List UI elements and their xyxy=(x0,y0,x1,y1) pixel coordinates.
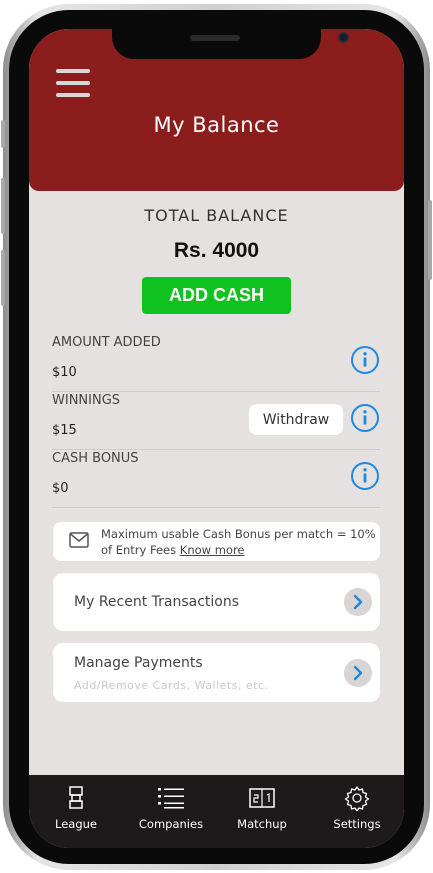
winnings-label: WINNINGS xyxy=(52,393,121,408)
chevron-right-icon[interactable] xyxy=(344,588,372,616)
nav-label: Companies xyxy=(138,817,204,831)
recent-transactions-title: My Recent Transactions xyxy=(74,594,240,610)
manage-payments-title: Manage Payments xyxy=(74,655,203,671)
divider xyxy=(52,449,380,450)
amount-added-label: AMOUNT ADDED xyxy=(52,335,161,350)
recent-transactions-card[interactable]: My Recent Transactions xyxy=(53,573,380,631)
cash-bonus-row: CASH BONUS $0 xyxy=(52,451,380,508)
amount-added-value: $10 xyxy=(52,365,77,380)
total-balance-value: Rs. 4000 xyxy=(173,239,260,262)
camera xyxy=(338,32,349,43)
speaker xyxy=(190,35,240,41)
page-title: My Balance xyxy=(153,113,280,137)
nav-item-companies[interactable]: Companies xyxy=(131,785,211,831)
cash-bonus-notice: Maximum usable Cash Bonus per match = 10… xyxy=(53,522,380,561)
nav-item-league[interactable]: League xyxy=(36,785,116,831)
bottom-nav: League Companies Matchup Settings xyxy=(29,775,404,848)
cash-bonus-value: $0 xyxy=(52,481,69,496)
divider xyxy=(52,391,380,392)
info-icon[interactable] xyxy=(350,461,380,491)
total-balance-label: TOTAL BALANCE xyxy=(144,206,289,225)
mail-icon xyxy=(69,532,89,548)
notice-text: Maximum usable Cash Bonus per match = 10… xyxy=(101,526,377,558)
nav-label: League xyxy=(55,817,97,831)
mute-switch xyxy=(1,120,5,148)
nav-item-matchup[interactable]: Matchup xyxy=(222,785,302,831)
menu-icon[interactable] xyxy=(56,69,90,99)
info-icon[interactable] xyxy=(350,345,380,375)
volume-up-button xyxy=(1,178,5,234)
nav-label: Settings xyxy=(333,817,381,831)
nav-label: Matchup xyxy=(237,817,287,831)
know-more-link[interactable]: Know more xyxy=(180,543,245,557)
info-icon[interactable] xyxy=(350,403,380,433)
add-cash-button[interactable]: ADD CASH xyxy=(142,277,291,314)
winnings-value: $15 xyxy=(52,423,77,438)
app-screen: My Balance TOTAL BALANCE Rs. 4000 ADD CA… xyxy=(29,29,404,848)
volume-down-button xyxy=(1,250,5,306)
chevron-right-icon[interactable] xyxy=(344,659,372,687)
notch xyxy=(112,29,349,59)
winnings-row: WINNINGS $15 Withdraw xyxy=(52,393,380,450)
manage-payments-card[interactable]: Manage Payments Add/Remove Cards, Wallet… xyxy=(53,643,380,702)
amount-added-row: AMOUNT ADDED $10 xyxy=(52,335,380,392)
scoreboard-icon xyxy=(249,788,275,808)
divider xyxy=(52,507,380,508)
manage-payments-subtitle: Add/Remove Cards, Wallets, etc. xyxy=(74,679,269,692)
list-icon xyxy=(158,788,184,809)
power-button xyxy=(428,200,432,280)
gear-icon xyxy=(344,786,370,811)
cash-bonus-label: CASH BONUS xyxy=(52,451,139,466)
withdraw-button[interactable]: Withdraw xyxy=(249,404,343,435)
trophy-icon xyxy=(69,786,83,809)
nav-item-settings[interactable]: Settings xyxy=(317,785,397,831)
